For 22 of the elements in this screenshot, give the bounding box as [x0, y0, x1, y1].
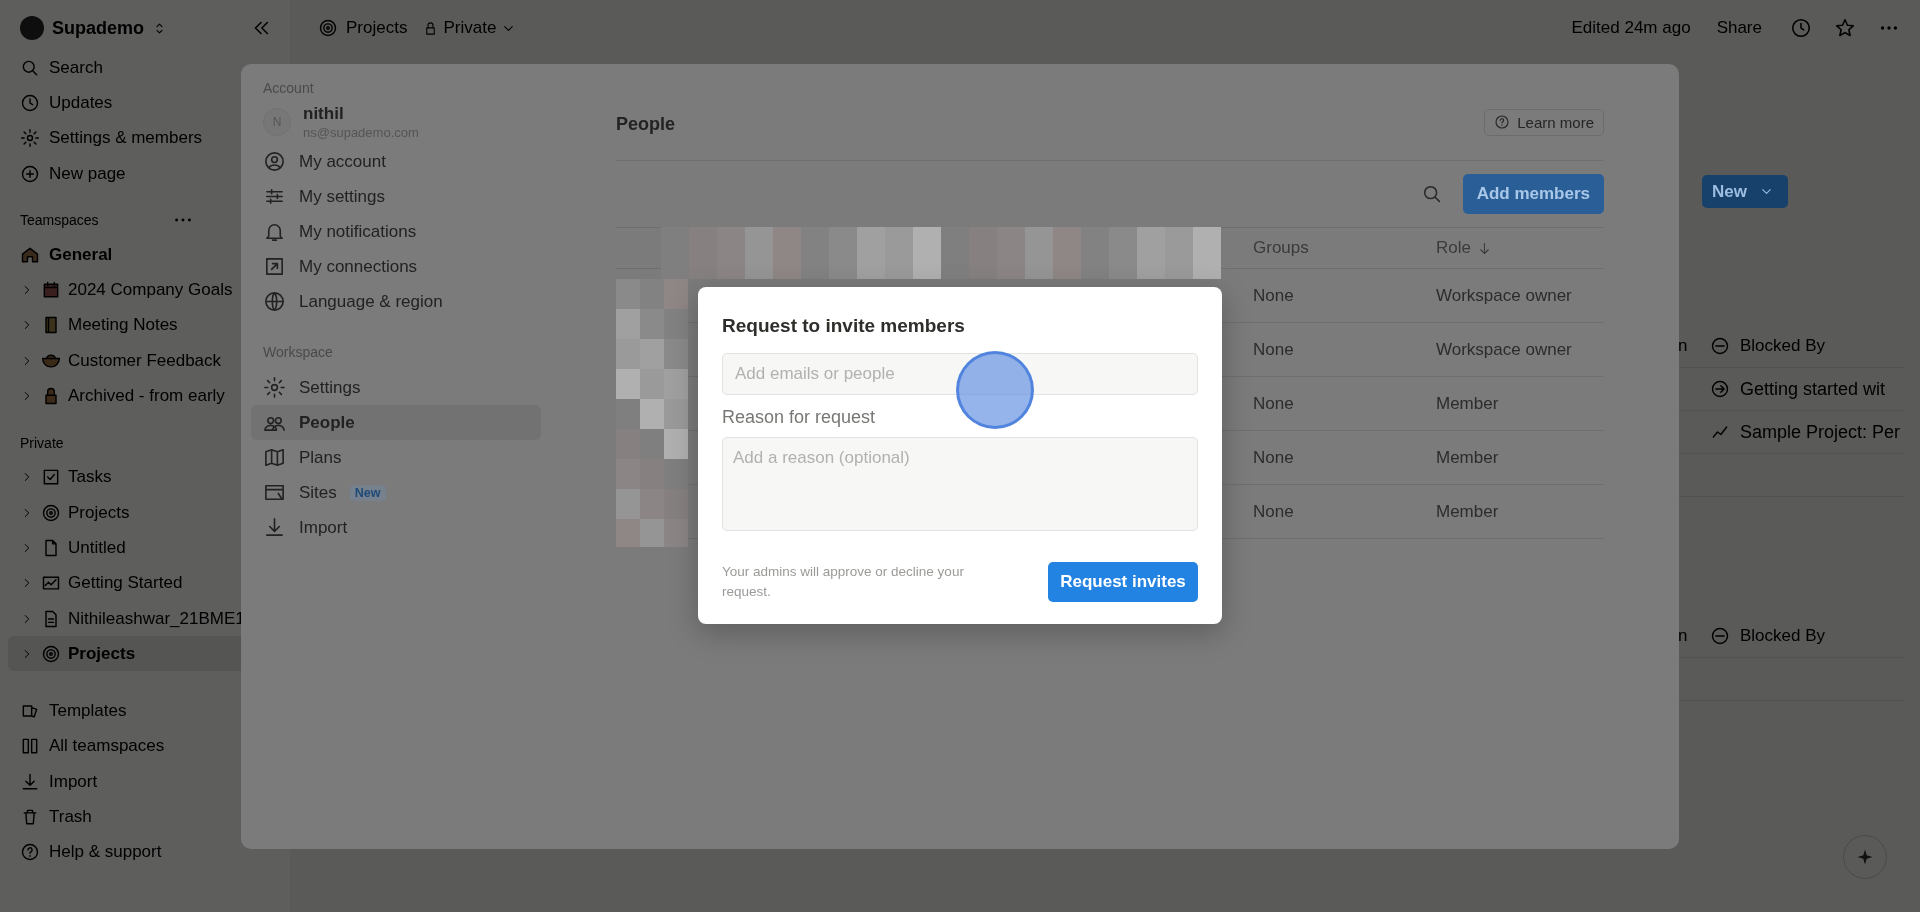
dialog-note: Your admins will approve or decline your request.: [722, 563, 965, 601]
column-header: n: [1677, 336, 1689, 356]
table-cell-text: None: [1253, 339, 1295, 360]
section-heading: Private: [20, 434, 64, 451]
table-cell-text: None: [1253, 501, 1295, 522]
table-cell-text: Member: [1436, 501, 1500, 522]
edited-time: Edited 24m ago: [1571, 18, 1691, 38]
user-name: nithil: [303, 104, 345, 124]
field-label: Reason for request: [722, 407, 877, 428]
table-cell-text: Member: [1436, 447, 1500, 468]
section-heading: Teamspaces: [20, 212, 99, 229]
column-header: Groups: [1253, 238, 1310, 258]
table-cell-text: Workspace owner: [1436, 285, 1573, 306]
table-cell-text: None: [1253, 393, 1295, 414]
table-cell-text: Workspace owner: [1436, 339, 1573, 360]
table-cell-text: Member: [1436, 393, 1500, 414]
table-cell-text: None: [1253, 447, 1295, 468]
table-cell-text: None: [1253, 285, 1295, 306]
page-title: People: [616, 113, 676, 135]
dialog-title: Request to invite members: [722, 315, 966, 337]
column-header: n: [1677, 626, 1689, 646]
new-badge: New: [349, 484, 386, 501]
